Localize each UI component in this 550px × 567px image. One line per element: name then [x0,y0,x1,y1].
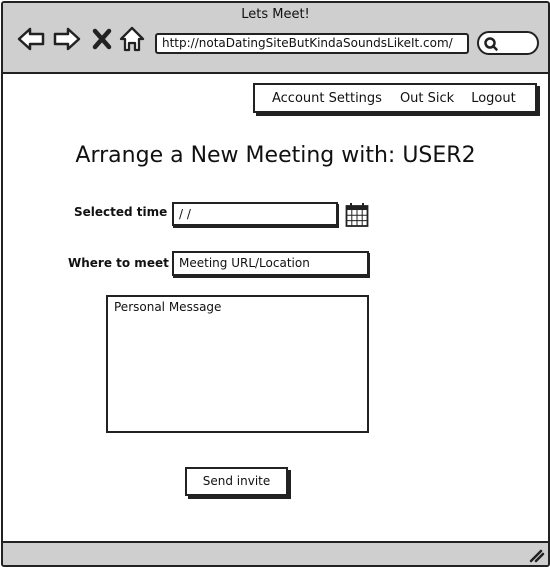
personal-message-textarea[interactable]: Personal Message [106,295,369,433]
resize-grip-icon[interactable] [529,547,545,563]
menu-account-settings[interactable]: Account Settings [272,91,382,106]
home-icon[interactable] [118,25,146,53]
status-bar [3,541,548,565]
browser-search-field[interactable] [477,31,539,55]
window-title: Lets Meet! [241,7,310,22]
page-title: Arrange a New Meeting with: USER2 [75,143,476,168]
back-arrow-icon[interactable] [17,25,45,53]
search-icon [484,37,498,51]
address-bar[interactable]: http://notaDatingSiteButKindaSoundsLikeI… [155,33,469,54]
browser-chrome: Lets Meet! http://notaDatingSiteButKinda… [3,3,548,74]
close-x-icon[interactable] [91,25,119,53]
selected-time-input[interactable]: / / [172,202,338,226]
forward-arrow-icon[interactable] [53,25,81,53]
browser-window: Lets Meet! http://notaDatingSiteButKinda… [1,1,550,567]
where-to-meet-label: Where to meet [68,256,169,270]
top-menu-bar: Account Settings Out Sick Logout [253,83,537,113]
send-invite-button[interactable]: Send invite [185,467,288,496]
menu-logout[interactable]: Logout [471,91,516,106]
menu-out-sick[interactable]: Out Sick [400,91,454,106]
calendar-icon[interactable] [345,202,369,232]
selected-time-label: Selected time [74,205,168,219]
meeting-location-input[interactable]: Meeting URL/Location [172,251,369,276]
personal-message-text: Personal Message [114,300,222,314]
